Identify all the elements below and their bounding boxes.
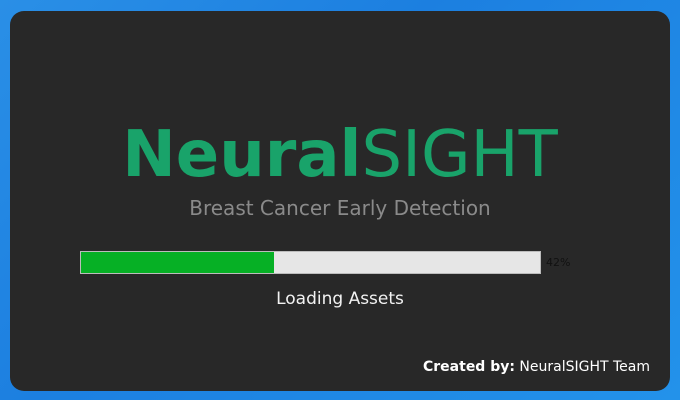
app-subtitle: Breast Cancer Early Detection [189, 196, 491, 220]
progress-fill [81, 252, 274, 273]
credit-value: NeuralSIGHT Team [519, 359, 650, 375]
logo-text-light: SIGHT [361, 118, 558, 192]
splash-window: NeuralSIGHT Breast Cancer Early Detectio… [10, 11, 670, 391]
credit-label: Created by: [423, 359, 515, 375]
loading-status: Loading Assets [276, 289, 404, 309]
credit-line: Created by: NeuralSIGHT Team [423, 358, 650, 376]
progress-bar [80, 251, 541, 274]
logo-text-bold: Neural [122, 118, 362, 192]
progress-percent: 42% [546, 256, 571, 269]
app-logo: NeuralSIGHT [10, 119, 670, 191]
